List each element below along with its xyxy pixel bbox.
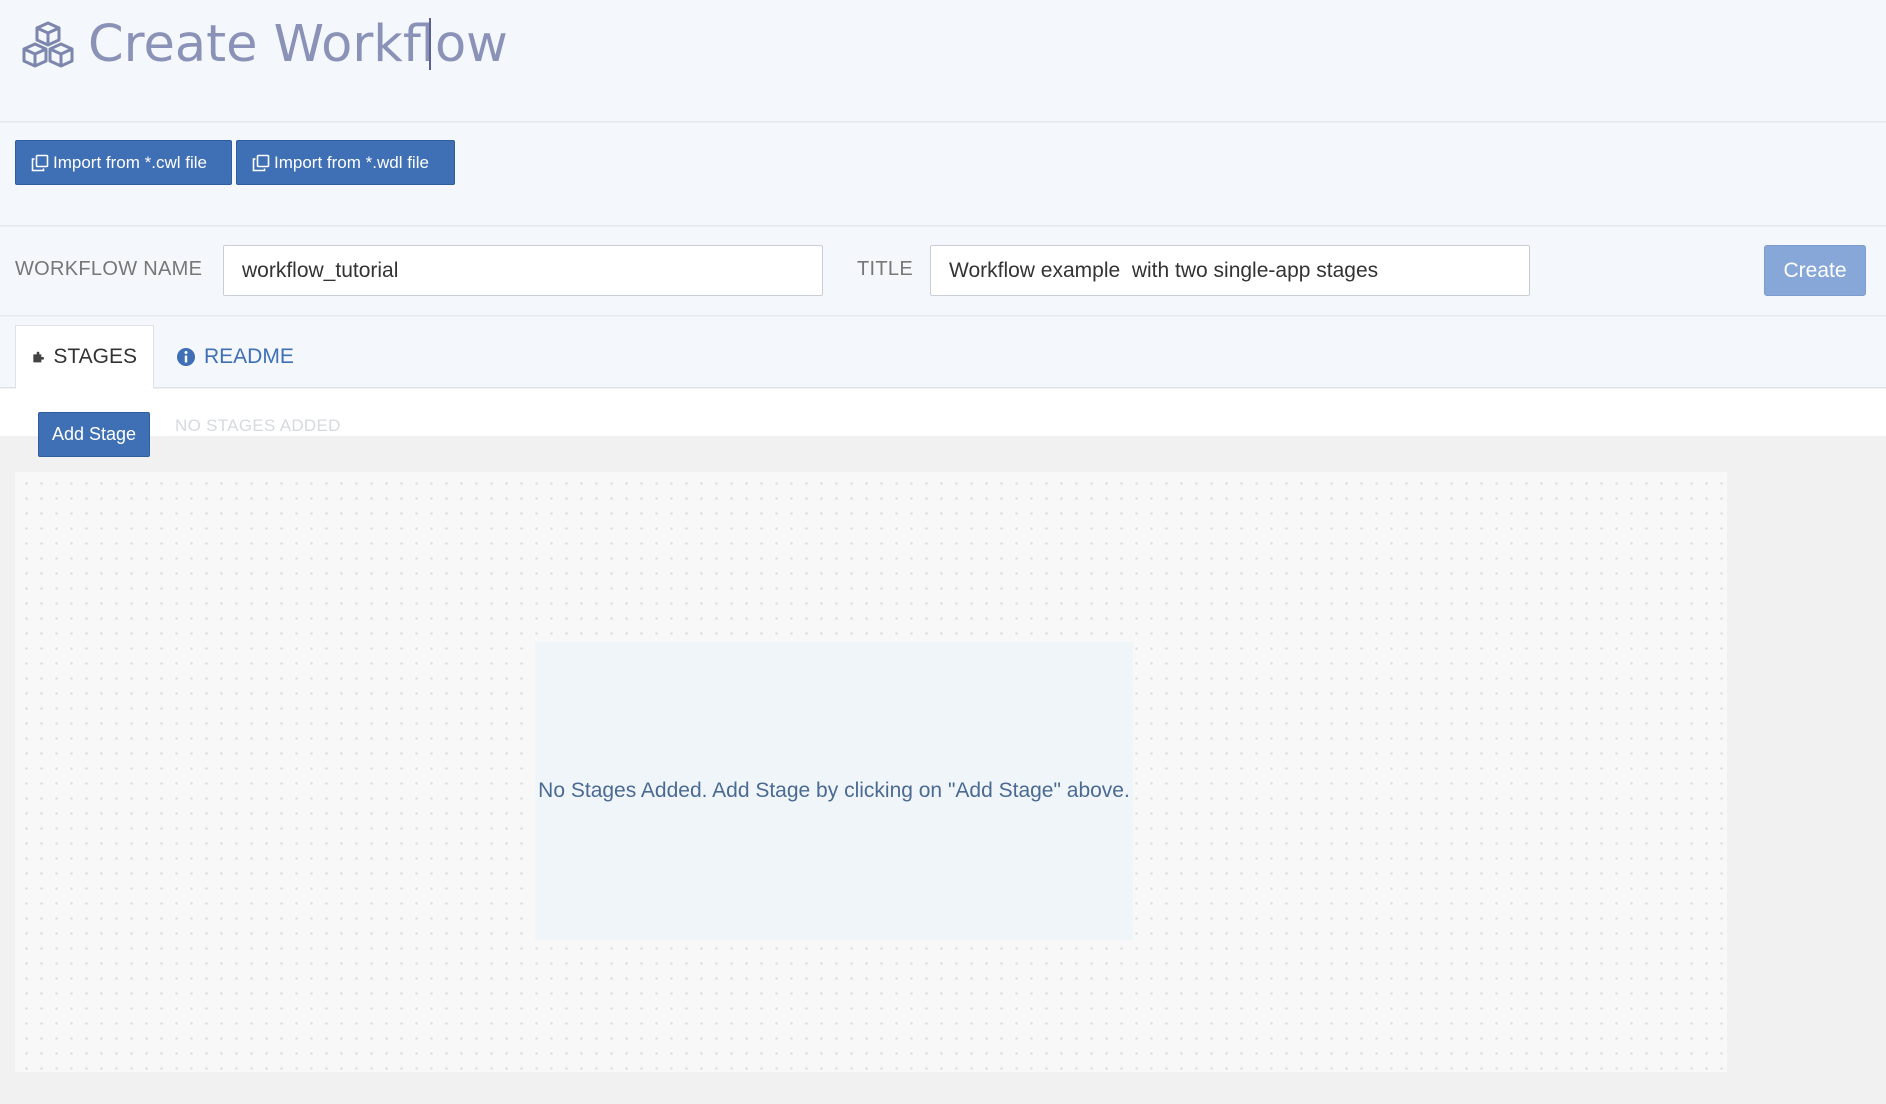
import-cwl-button[interactable]: Import from *.cwl file <box>15 140 232 185</box>
create-button[interactable]: Create <box>1764 245 1866 296</box>
import-toolbar: Import from *.cwl file Import from *.wdl… <box>0 123 1886 226</box>
empty-state-panel: No Stages Added. Add Stage by clicking o… <box>535 642 1133 940</box>
puzzle-icon <box>33 351 45 363</box>
page-title: Create Workflow <box>88 15 508 74</box>
import-wdl-label: Import from *.wdl file <box>274 153 429 172</box>
info-circle-icon <box>177 348 195 366</box>
tab-stages[interactable]: STAGES <box>15 325 154 389</box>
workflow-form: WORKFLOW NAME TITLE Create <box>0 227 1886 316</box>
title-input[interactable] <box>930 245 1530 296</box>
workflow-canvas[interactable]: No Stages Added. Add Stage by clicking o… <box>15 472 1727 1072</box>
workflow-name-input[interactable] <box>223 245 823 296</box>
workflow-name-label: WORKFLOW NAME <box>15 258 203 280</box>
stages-toolbar: Add Stage NO STAGES ADDED <box>0 389 1886 457</box>
import-cwl-label: Import from *.cwl file <box>53 153 207 172</box>
copy-icon <box>31 154 49 171</box>
text-caret <box>429 18 431 70</box>
tab-readme-label: README <box>204 345 294 368</box>
title-label: TITLE <box>857 258 913 280</box>
tab-stages-label: STAGES <box>53 345 137 368</box>
import-wdl-button[interactable]: Import from *.wdl file <box>236 140 455 185</box>
no-stages-hint: NO STAGES ADDED <box>175 416 341 435</box>
cubes-icon <box>22 21 74 68</box>
tabs-bar: STAGES README <box>0 317 1886 389</box>
empty-state-message: No Stages Added. Add Stage by clicking o… <box>538 779 1130 802</box>
copy-icon <box>252 154 270 171</box>
add-stage-button[interactable]: Add Stage <box>38 412 150 457</box>
page-header: Create Workflow <box>0 0 1886 122</box>
tab-readme[interactable]: README <box>160 325 310 389</box>
